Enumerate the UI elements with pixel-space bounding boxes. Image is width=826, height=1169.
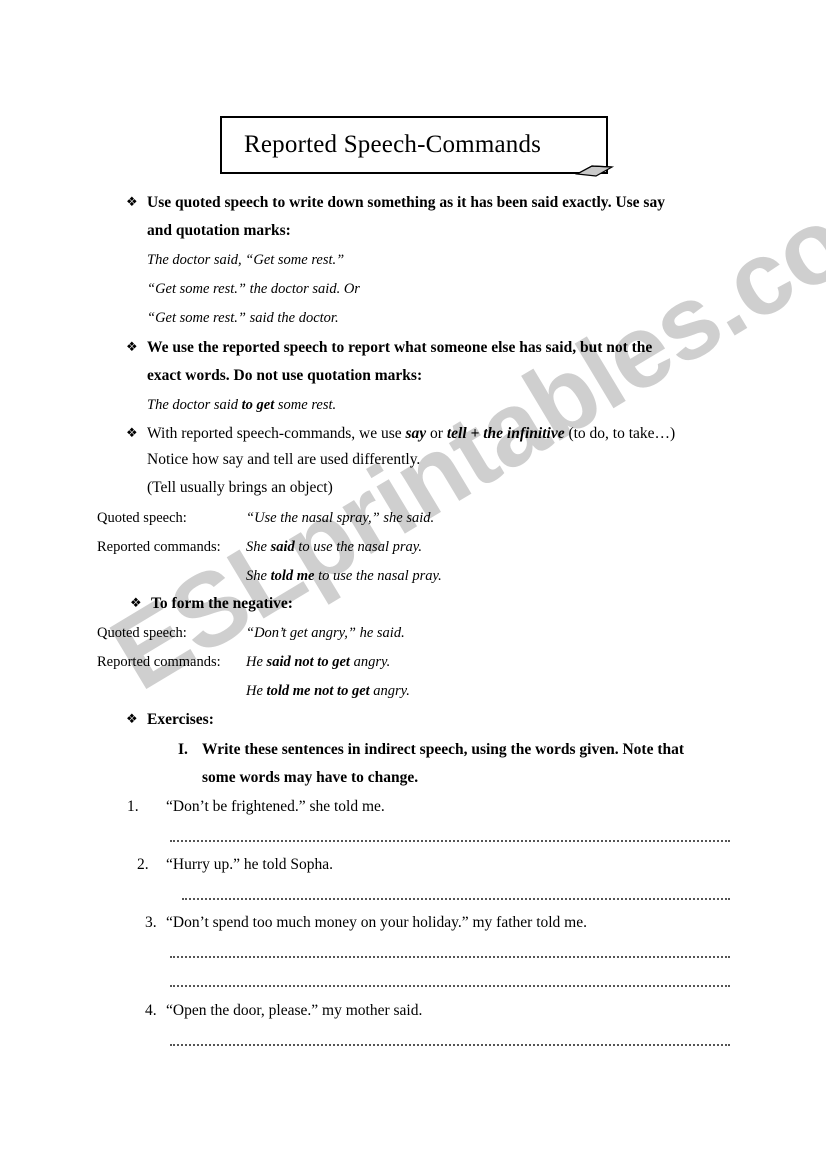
answer-line-3-1[interactable] [170,954,730,958]
section3-line1-part-c: (to do, to take…) [564,425,676,442]
affirmative-row2-part-a: She [246,539,271,555]
exercise-item-4-number: 4. [145,1002,157,1019]
exercise-item-1-text: “Don’t be frightened.” she told me. [166,798,385,815]
section3-keyword-tell-infinitive: tell + the infinitive [446,425,565,442]
answer-line-3-2[interactable] [170,983,730,987]
exercise-item-2-number: 2. [137,856,149,873]
answer-line-2-1[interactable] [182,896,730,900]
affirmative-row1-text: “Use the nasal spray,” she said. [246,510,435,526]
affirmative-row3-part-a: She [246,568,271,584]
exercises-heading: Exercises: [147,711,214,728]
section3-line1-part-a: With reported speech-commands, we use [147,425,406,442]
negative-row2-emphasis: said not to get [266,654,350,670]
bullet-icon-1: ❖ [126,195,138,210]
section2-heading-line1: We use the reported speech to report wha… [147,339,653,356]
negative-row3-emphasis: told me not to get [266,683,370,699]
negative-row3-text: He told me not to get angry. [246,682,410,700]
exercise-item-3-text: “Don’t spend too much money on your holi… [166,914,587,931]
bullet-icon-exercises: ❖ [126,712,138,727]
section2-example-part-a: The doctor said [147,397,242,413]
section1-heading-line2: and quotation marks: [147,222,291,239]
section3-line3: (Tell usually brings an object) [147,479,333,496]
affirmative-row2-label: Reported commands: [97,539,221,555]
section2-heading-line2: exact words. Do not use quotation marks: [147,367,423,384]
affirmative-row2-emphasis: said [270,539,295,555]
answer-line-1-1[interactable] [170,838,730,842]
section3-line1-part-b: or [426,425,447,442]
page-title: Reported Speech-Commands [244,131,542,158]
negative-row1-label: Quoted speech: [97,625,187,641]
negative-row2-part-a: He [246,654,267,670]
negative-row2-part-b: angry. [349,654,391,670]
affirmative-row1-label: Quoted speech: [97,510,187,526]
exercise-task-line1: Write these sentences in indirect speech… [202,741,685,758]
exercise-task-numeral: I. [178,741,188,758]
exercise-item-3-number: 3. [145,914,157,931]
affirmative-row2-text: She said to use the nasal pray. [246,538,422,556]
affirmative-row2-part-b: to use the nasal pray. [294,539,423,555]
exercise-task-line2: some words may have to change. [202,769,419,786]
section1-heading-line1: Use quoted speech to write down somethin… [147,194,665,211]
bullet-icon-2: ❖ [126,340,138,355]
folded-corner-icon [574,165,615,177]
negative-row2-text: He said not to get angry. [246,653,390,671]
exercise-item-4-text: “Open the door, please.” my mother said. [166,1002,423,1019]
exercise-item-1-number: 1. [127,798,139,815]
negative-section-heading: To form the negative: [151,595,293,612]
section1-example-3: “Get some rest.” said the doctor. [147,310,339,326]
section3-keyword-say: say [405,425,427,442]
title-box: Reported Speech-Commands [220,116,615,177]
negative-row1-text: “Don’t get angry,” he said. [246,625,405,641]
affirmative-row3-text: She told me to use the nasal pray. [246,567,442,585]
negative-row3-part-b: angry. [369,683,410,699]
affirmative-row3-part-b: to use the nasal pray. [314,568,442,584]
section3-line1: With reported speech-commands, we use sa… [147,425,675,443]
section1-example-2: “Get some rest.” the doctor said. Or [147,281,360,297]
bullet-icon-negative: ❖ [130,596,142,611]
affirmative-row3-emphasis: told me [270,568,315,584]
exercise-item-2-text: “Hurry up.” he told Sopha. [166,856,334,873]
section2-example-emphasis: to get [241,397,275,413]
section2-example-1: The doctor said to get some rest. [147,396,336,414]
answer-line-4-1[interactable] [170,1042,730,1046]
worksheet-page: Reported Speech-Commands ❖ Use quoted sp… [0,0,826,1169]
section3-line2: Notice how say and tell are used differe… [147,451,421,468]
section1-example-1: The doctor said, “Get some rest.” [147,252,345,268]
negative-row3-part-a: He [246,683,267,699]
negative-row2-label: Reported commands: [97,654,221,670]
section2-example-part-b: some rest. [274,397,337,413]
bullet-icon-3: ❖ [126,426,138,441]
